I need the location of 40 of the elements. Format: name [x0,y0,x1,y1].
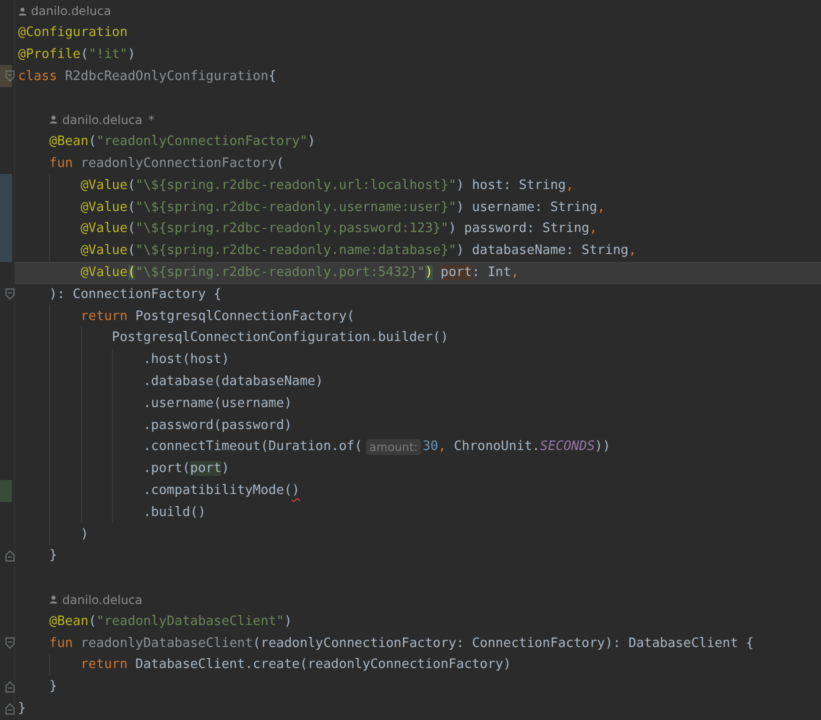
fold-icon[interactable] [5,680,15,693]
code-line: ) [15,523,821,546]
code-line: .connectTimeout(Duration.of( amount: 30, ChronoUnit.SECONDS)) [15,436,821,458]
code-line: fun readonlyConnectionFactory( [48,155,286,174]
parameter-hint: amount: [366,438,421,455]
code-line: .password(password) [15,414,821,436]
author-label[interactable]: danilo.deluca * [49,112,154,127]
fold-icon[interactable] [5,70,15,82]
person-icon [18,6,27,16]
code-line: .build() [15,501,821,524]
author-label[interactable]: danilo.deluca [49,592,142,607]
person-icon [49,595,58,604]
code-line: .database(databaseName) [15,370,821,393]
code-line: @Bean("readonlyConnectionFactory") [48,133,316,152]
code-line: PostgresqlConnectionConfiguration.builder() [15,326,821,349]
code-line: ): ConnectionFactory { [48,286,222,304]
code-line: } [17,700,27,718]
fold-icon[interactable] [5,637,15,650]
code-line: @Value("\${spring.r2dbc-readonly.password:123}") password: String, [15,218,821,240]
code-line: } [48,678,58,696]
fold-icon[interactable] [5,550,15,562]
code-line: @Profile("!it") [17,46,136,64]
code-line: @Value("\${spring.r2dbc-readonly.username:user}") username: String, [15,196,821,218]
code-line: @Value("\${spring.r2dbc-readonly.name:database}") databaseName: String, [15,240,821,262]
code-line: .username(username) [15,392,821,414]
code-line: .compatibilityMode() [15,480,821,502]
code-line: class R2dbcReadOnlyConfiguration{ [17,68,278,86]
author-label[interactable]: danilo.deluca [18,4,112,18]
code-line: return PostgresqlConnectionFactory( [15,305,821,328]
code-line: @Configuration [17,24,129,42]
code-line: fun readonlyDatabaseClient(readonlyConnectionFactory: ConnectionFactory): DatabaseClient { [48,634,755,653]
code-line: .port(port) [15,458,821,480]
code-line: } [48,547,58,566]
code-line: .host(host) [15,348,821,371]
fold-icon[interactable] [5,288,15,300]
code-line: @Bean("readonlyDatabaseClient") [48,612,293,631]
code-line: return DatabaseClient.create(readonlyConnectionFactory) [15,654,821,676]
person-icon [49,115,58,124]
fold-icon[interactable] [5,702,15,714]
code-line: @Value("\${spring.r2dbc-readonly.url:localhost}") host: String, [15,174,821,196]
